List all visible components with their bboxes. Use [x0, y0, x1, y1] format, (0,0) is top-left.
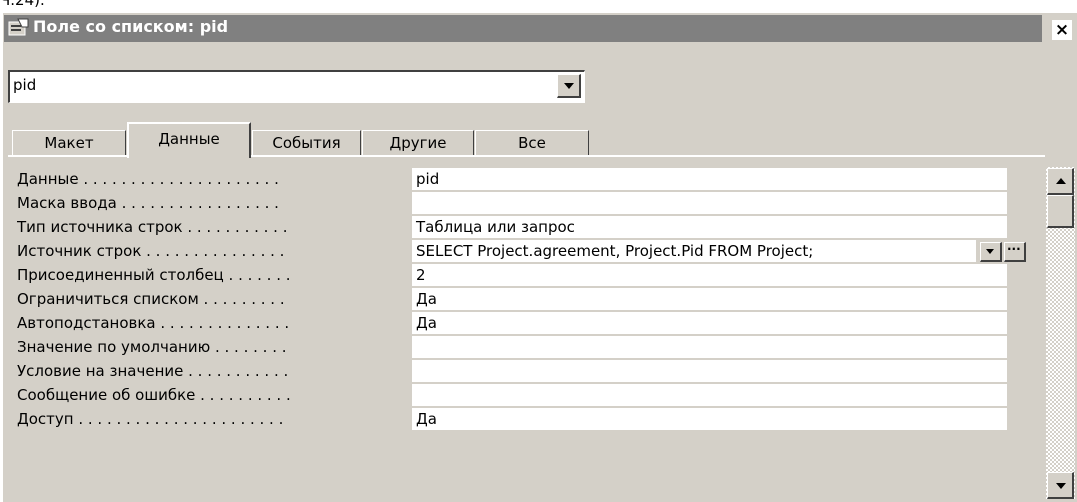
prop-value-default-value[interactable] [412, 336, 1007, 359]
prop-value-row-source[interactable]: SELECT Project.agreement, Project.Pid FR… [412, 240, 976, 263]
prop-label-validation-rule: Условие на значение . . . . . . . . . . … [17, 362, 289, 380]
prop-label-enabled: Доступ . . . . . . . . . . . . . . . . .… [17, 410, 284, 428]
tab-vse[interactable]: Все [475, 130, 589, 156]
object-selector[interactable] [8, 70, 585, 103]
prop-value-limit-to-list[interactable]: Да [412, 288, 1007, 311]
prop-label-control-source: Данные . . . . . . . . . . . . . . . . .… [17, 170, 279, 188]
prop-value-enabled[interactable]: Да [412, 408, 1007, 431]
prop-value-validation-text[interactable] [412, 384, 1007, 407]
prop-value-row-source-type[interactable]: Таблица или запрос [412, 216, 1007, 239]
row-source-dropdown-button[interactable] [980, 242, 1002, 262]
scroll-down-icon [1056, 483, 1066, 489]
scroll-down-button[interactable] [1047, 472, 1074, 499]
prop-value-auto-expand[interactable]: Да [412, 312, 1007, 335]
prop-label-validation-text: Сообщение об ошибке . . . . . . . . . . [17, 386, 291, 404]
prop-label-input-mask: Маска ввода . . . . . . . . . . . . . . … [17, 194, 279, 212]
tab-maket[interactable]: Макет [12, 130, 126, 156]
prop-label-row-source: Источник строк . . . . . . . . . . . . .… [17, 242, 285, 260]
clipped-top-text: Ч.24). [0, 0, 45, 9]
prop-value-input-mask[interactable] [412, 192, 1007, 215]
prop-value-validation-rule[interactable] [412, 360, 1007, 383]
close-button[interactable]: × [1052, 20, 1072, 40]
row-source-builder-button[interactable]: ... [1004, 239, 1026, 262]
chevron-down-icon [986, 249, 994, 254]
scroll-up-icon [1056, 178, 1066, 184]
object-selector-value: pid [13, 76, 37, 94]
prop-label-bound-column: Присоединенный столбец . . . . . . . [17, 266, 291, 284]
window-title: Поле со списком: pid [33, 17, 229, 36]
chevron-down-icon [564, 83, 574, 89]
prop-value-control-source[interactable]: pid [412, 168, 1007, 191]
tab-sobytiya[interactable]: События [252, 130, 361, 156]
object-selector-dropdown-button[interactable] [557, 74, 581, 98]
prop-label-row-source-type: Тип источника строк . . . . . . . . . . … [17, 218, 288, 236]
scroll-up-button[interactable] [1047, 168, 1074, 195]
tab-dannye[interactable]: Данные [127, 122, 251, 158]
prop-label-auto-expand: Автоподстановка . . . . . . . . . . . . … [17, 314, 290, 332]
scroll-thumb[interactable] [1047, 195, 1074, 228]
tab-drugie[interactable]: Другие [362, 130, 474, 156]
form-properties-icon [8, 18, 30, 38]
builder-dots-icon: ... [1007, 239, 1021, 253]
prop-value-bound-column[interactable]: 2 [412, 264, 1007, 287]
prop-label-default-value: Значение по умолчанию . . . . . . . . [17, 338, 287, 356]
prop-label-limit-to-list: Ограничиться списком . . . . . . . . . [17, 290, 285, 308]
